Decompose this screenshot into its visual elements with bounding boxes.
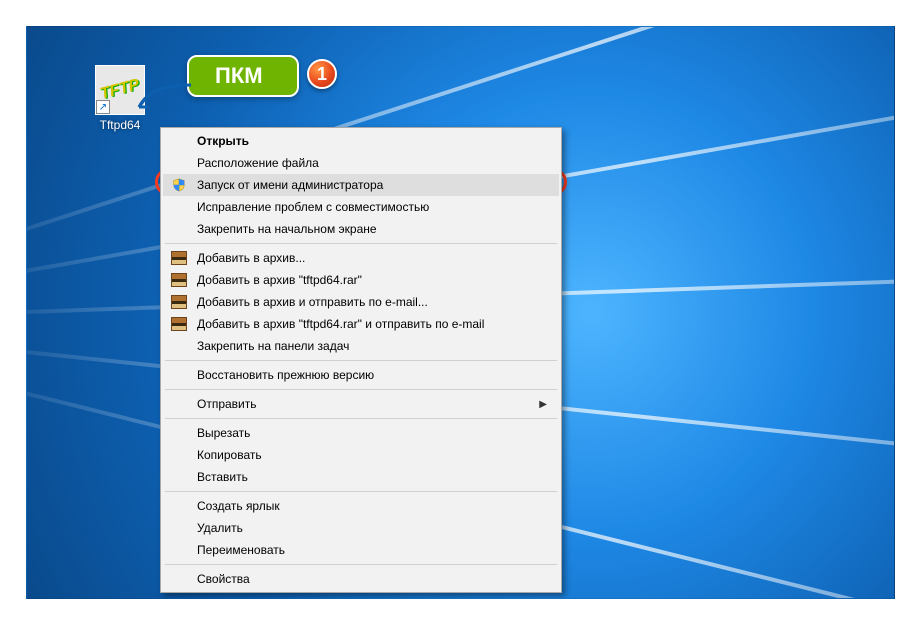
menu-add-archive-email-label: Добавить в архив и отправить по e-mail..… (197, 295, 428, 309)
menu-properties[interactable]: Свойства (163, 568, 559, 590)
menu-run-as-admin-label: Запуск от имени администратора (197, 178, 383, 192)
menu-add-archive-named-label: Добавить в архив "tftpd64.rar" (197, 273, 362, 287)
menu-send-to-label: Отправить (197, 397, 257, 411)
menu-delete-label: Удалить (197, 521, 243, 535)
menu-troubleshoot-compat[interactable]: Исправление проблем с совместимостью (163, 196, 559, 218)
menu-pin-start[interactable]: Закрепить на начальном экране (163, 218, 559, 240)
uac-shield-icon (171, 177, 187, 193)
menu-add-archive-label: Добавить в архив... (197, 251, 305, 265)
menu-properties-label: Свойства (197, 572, 250, 586)
menu-create-shortcut[interactable]: Создать ярлык (163, 495, 559, 517)
chevron-right-icon: ▶ (539, 399, 547, 410)
menu-restore-version[interactable]: Восстановить прежнюю версию (163, 364, 559, 386)
menu-add-archive-email[interactable]: Добавить в архив и отправить по e-mail..… (163, 291, 559, 313)
menu-pin-taskbar[interactable]: Закрепить на панели задач (163, 335, 559, 357)
annotation-step-1: 1 (307, 59, 337, 89)
winrar-icon (171, 316, 187, 332)
menu-rename-label: Переименовать (197, 543, 285, 557)
menu-copy[interactable]: Копировать (163, 444, 559, 466)
menu-delete[interactable]: Удалить (163, 517, 559, 539)
annotation-pkm-text: ПКМ (215, 63, 263, 88)
menu-cut[interactable]: Вырезать (163, 422, 559, 444)
menu-open[interactable]: Открыть (163, 130, 559, 152)
annotation-pkm-badge: ПКМ (187, 55, 299, 97)
menu-separator (165, 564, 557, 565)
menu-add-archive[interactable]: Добавить в архив... (163, 247, 559, 269)
menu-rename[interactable]: Переименовать (163, 539, 559, 561)
menu-send-to[interactable]: Отправить ▶ (163, 393, 559, 415)
menu-add-archive-named[interactable]: Добавить в архив "tftpd64.rar" (163, 269, 559, 291)
menu-file-location[interactable]: Расположение файла (163, 152, 559, 174)
winrar-icon (171, 250, 187, 266)
menu-separator (165, 243, 557, 244)
menu-add-archive-named-email-label: Добавить в архив "tftpd64.rar" и отправи… (197, 317, 484, 331)
icon-label: Tftpd64 (85, 118, 155, 132)
menu-cut-label: Вырезать (197, 426, 250, 440)
desktop-shortcut[interactable]: TFTP ↗ Tftpd64 (85, 65, 155, 132)
menu-open-label: Открыть (197, 134, 249, 148)
menu-separator (165, 389, 557, 390)
menu-paste[interactable]: Вставить (163, 466, 559, 488)
menu-add-archive-named-email[interactable]: Добавить в архив "tftpd64.rar" и отправи… (163, 313, 559, 335)
menu-separator (165, 418, 557, 419)
menu-troubleshoot-label: Исправление проблем с совместимостью (197, 200, 429, 214)
menu-pin-taskbar-label: Закрепить на панели задач (197, 339, 349, 353)
desktop: TFTP ↗ Tftpd64 ПКМ 1 2 Открыть Расположе… (26, 26, 895, 599)
shortcut-arrow-icon: ↗ (96, 100, 110, 114)
winrar-icon (171, 294, 187, 310)
menu-separator (165, 360, 557, 361)
menu-restore-version-label: Восстановить прежнюю версию (197, 368, 374, 382)
menu-create-shortcut-label: Создать ярлык (197, 499, 280, 513)
menu-run-as-admin[interactable]: Запуск от имени администратора (163, 174, 559, 196)
menu-copy-label: Копировать (197, 448, 262, 462)
menu-pin-start-label: Закрепить на начальном экране (197, 222, 377, 236)
menu-paste-label: Вставить (197, 470, 248, 484)
tftpd64-icon: TFTP ↗ (95, 65, 145, 115)
menu-file-location-label: Расположение файла (197, 156, 319, 170)
menu-separator (165, 491, 557, 492)
winrar-icon (171, 272, 187, 288)
context-menu: Открыть Расположение файла Запуск от име… (160, 127, 562, 593)
